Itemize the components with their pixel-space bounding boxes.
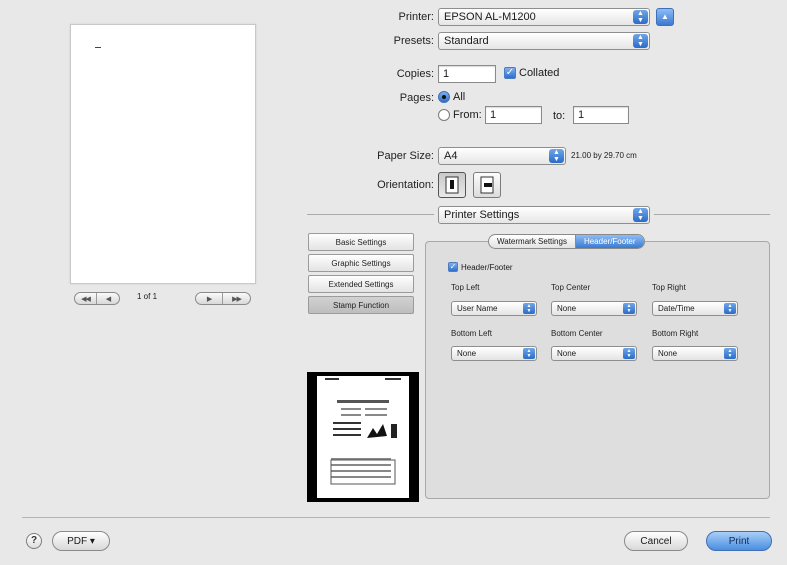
collated-checkbox[interactable]: ✓ (504, 67, 516, 79)
bottom-left-label: Bottom Left (451, 329, 492, 338)
top-center-popup[interactable]: None ▲ ▼ (551, 301, 637, 316)
cancel-button[interactable]: Cancel (624, 531, 688, 551)
pages-from-field[interactable]: 1 (485, 106, 542, 124)
disclosure-up-icon[interactable]: ▲ (656, 8, 674, 26)
header-footer-enable-label: Header/Footer (461, 262, 513, 272)
help-button[interactable]: ? (26, 533, 42, 549)
thumbnail-page (317, 376, 409, 498)
pages-from-label: From: (453, 109, 482, 121)
pages-all-option[interactable]: All (438, 91, 465, 103)
popup-arrows-icon: ▲ ▼ (523, 348, 535, 359)
popup-arrows-icon: ▲ ▼ (523, 303, 535, 314)
copies-label: Copies: (396, 68, 434, 80)
bottom-center-value: None (557, 349, 577, 358)
orientation-label: Orientation: (377, 179, 434, 191)
subtab-segment: Watermark Settings Header/Footer (488, 234, 645, 249)
pages-label: Pages: (399, 92, 434, 104)
section-divider-left (307, 214, 434, 215)
first-page-button[interactable]: ◀◀ (75, 293, 97, 304)
top-right-label: Top Right (652, 283, 686, 292)
paper-size-value: A4 (444, 150, 458, 162)
header-footer-enable[interactable]: ✓ Header/Footer (448, 262, 513, 272)
header-footer-checkbox[interactable]: ✓ (448, 262, 458, 272)
presets-label: Presets: (393, 35, 434, 47)
settings-section-popup[interactable]: Printer Settings ▲ ▼ (438, 206, 650, 224)
popup-arrows-icon: ▲ ▼ (633, 10, 648, 24)
pages-to-field[interactable]: 1 (573, 106, 629, 124)
stamp-function-panel (425, 241, 770, 499)
popup-arrows-icon: ▲ ▼ (724, 303, 736, 314)
landscape-orientation-button[interactable] (473, 172, 501, 198)
presets-value: Standard (444, 35, 489, 47)
bottom-left-value: None (457, 349, 477, 358)
top-left-popup[interactable]: User Name ▲ ▼ (451, 301, 537, 316)
top-left-label: Top Left (451, 283, 480, 292)
pages-to-label: to: (553, 110, 566, 122)
popup-arrows-icon: ▲ ▼ (633, 34, 648, 48)
preview-nav-back-group: ◀◀ ◀ (74, 292, 120, 305)
printer-value: EPSON AL-M1200 (444, 11, 536, 23)
preview-content-mark (95, 47, 101, 48)
popup-arrows-icon: ▲ ▼ (623, 303, 635, 314)
bottom-left-popup[interactable]: None ▲ ▼ (451, 346, 537, 361)
last-page-button[interactable]: ▶▶ (223, 293, 250, 304)
settings-section-value: Printer Settings (444, 209, 520, 221)
top-right-popup[interactable]: Date/Time ▲ ▼ (652, 301, 738, 316)
popup-arrows-icon: ▲ ▼ (633, 208, 648, 222)
printer-label: Printer: (398, 11, 434, 23)
tab-header-footer[interactable]: Header/Footer (575, 235, 644, 248)
presets-popup[interactable]: Standard ▲ ▼ (438, 32, 650, 50)
pages-all-label: All (453, 91, 466, 103)
pdf-menu-button[interactable]: PDF ▾ (52, 531, 110, 551)
preview-nav-forward-group: ▶ ▶▶ (195, 292, 251, 305)
bottom-right-label: Bottom Right (652, 329, 699, 338)
previous-page-button[interactable]: ◀ (97, 293, 119, 304)
collated-label: Collated (519, 67, 560, 79)
pages-from-radio[interactable] (438, 109, 450, 121)
pages-from-option[interactable]: From: (438, 109, 482, 121)
copies-field[interactable]: 1 (438, 65, 496, 83)
bottom-right-popup[interactable]: None ▲ ▼ (652, 346, 738, 361)
footer-divider (22, 517, 770, 518)
top-center-value: None (557, 304, 577, 313)
bottom-right-value: None (658, 349, 678, 358)
portrait-icon (445, 176, 459, 194)
side-tab-basic-settings[interactable]: Basic Settings (308, 233, 414, 251)
paper-dimensions: 21.00 by 29.70 cm (571, 151, 637, 160)
bottom-center-label: Bottom Center (551, 329, 603, 338)
side-tab-stamp-function[interactable]: Stamp Function (308, 296, 414, 314)
top-center-label: Top Center (551, 283, 591, 292)
side-tab-extended-settings[interactable]: Extended Settings (308, 275, 414, 293)
top-left-value: User Name (457, 304, 498, 313)
thumbnail-content (325, 378, 401, 485)
collated-checkbox-group[interactable]: ✓ Collated (504, 67, 559, 79)
paper-size-popup[interactable]: A4 ▲ ▼ (438, 147, 566, 165)
pages-all-radio[interactable] (438, 91, 450, 103)
tab-watermark-settings[interactable]: Watermark Settings (489, 235, 576, 248)
landscape-icon (480, 176, 494, 194)
print-preview (70, 24, 256, 284)
popup-arrows-icon: ▲ ▼ (724, 348, 736, 359)
popup-arrows-icon: ▲ ▼ (623, 348, 635, 359)
printer-popup[interactable]: EPSON AL-M1200 ▲ ▼ (438, 8, 650, 26)
stamp-thumbnail (307, 372, 419, 502)
page-counter: 1 of 1 (137, 292, 158, 301)
side-tab-graphic-settings[interactable]: Graphic Settings (308, 254, 414, 272)
top-right-value: Date/Time (658, 304, 695, 313)
popup-arrows-icon: ▲ ▼ (549, 149, 564, 163)
print-button[interactable]: Print (706, 531, 772, 551)
bottom-center-popup[interactable]: None ▲ ▼ (551, 346, 637, 361)
next-page-button[interactable]: ▶ (196, 293, 224, 304)
section-divider-right (654, 214, 770, 215)
portrait-orientation-button[interactable] (438, 172, 466, 198)
paper-size-label: Paper Size: (377, 150, 434, 162)
